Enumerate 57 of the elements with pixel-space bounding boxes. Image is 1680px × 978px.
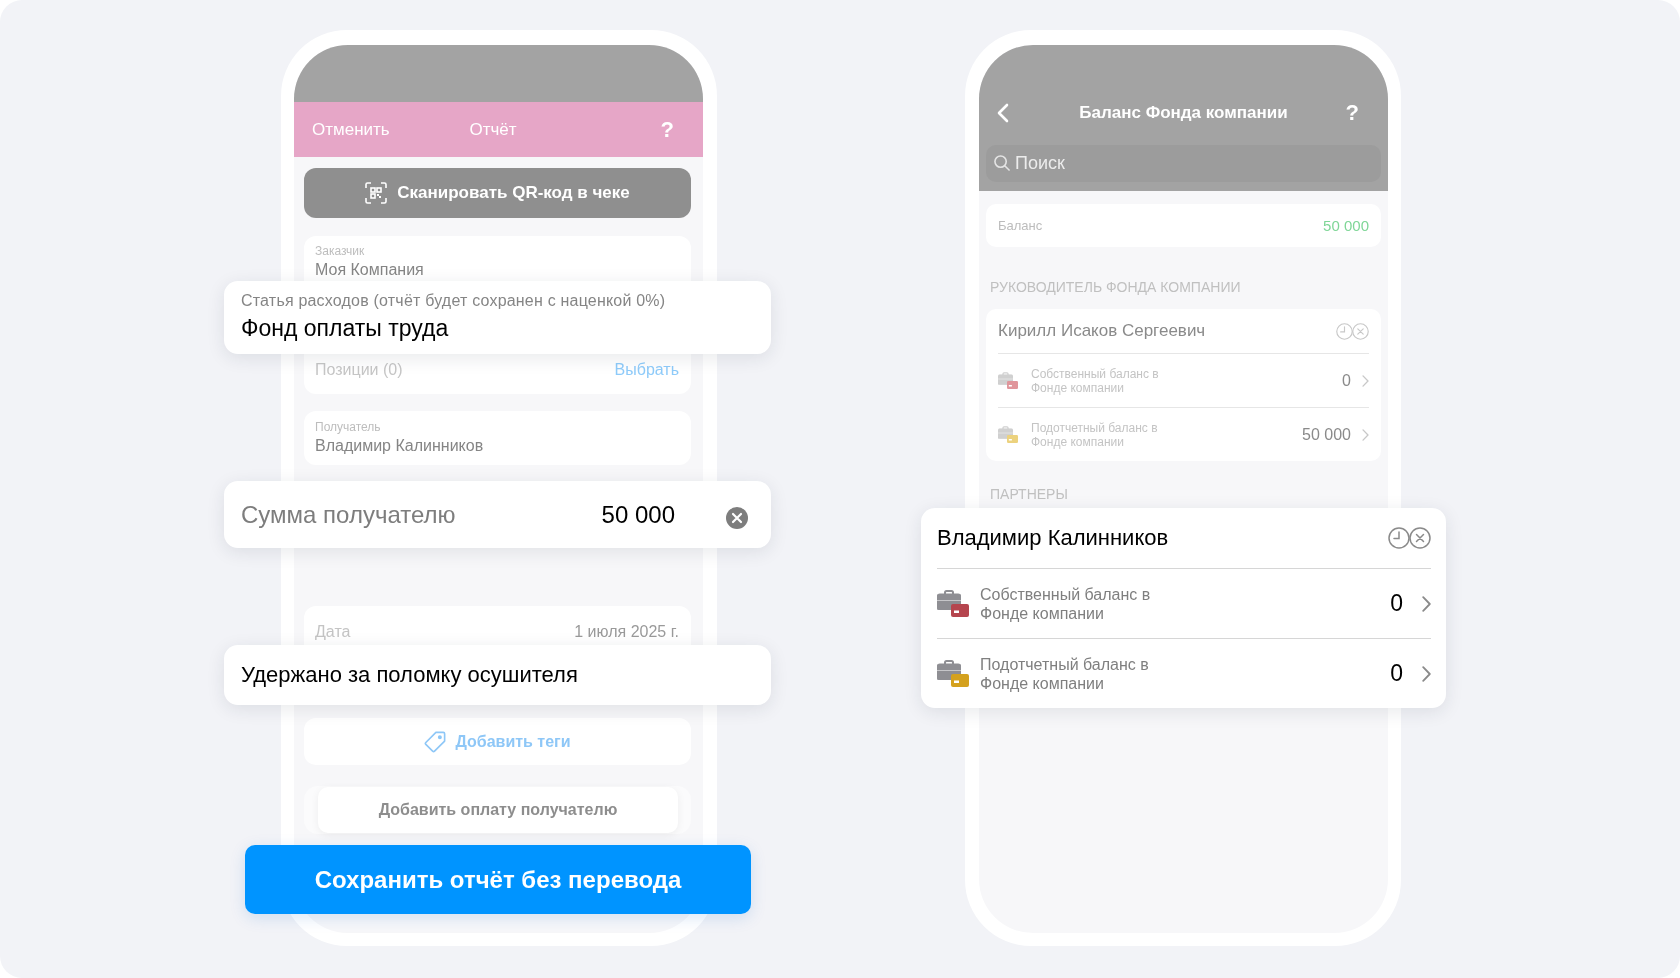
back-icon[interactable] — [997, 103, 1009, 123]
section-header: ПАРТНЕРЫ — [989, 485, 1069, 504]
field-value: Владимир Калинников — [315, 436, 485, 455]
chevron-right-icon — [1422, 595, 1431, 612]
balance-row[interactable]: Собственный баланс в Фонде компании 0 — [998, 353, 1369, 407]
balance-label: Собственный баланс в Фонде компании — [1031, 366, 1160, 395]
field-value: Фонд оплаты труда — [241, 315, 450, 342]
date-value: 1 июля 2025 г. — [574, 622, 679, 641]
field-label: Заказчик — [315, 244, 366, 258]
cancel-button[interactable]: Отменить — [312, 119, 390, 140]
person-name: Владимир Калинников — [937, 525, 1169, 551]
close-circle-icon[interactable] — [1409, 527, 1431, 549]
screen-title: Баланс Фонда компании — [1079, 103, 1288, 123]
balance-value: 0 — [1390, 590, 1403, 617]
briefcase-icon — [998, 426, 1013, 439]
chevron-right-icon — [1362, 428, 1369, 441]
amount-label: Сумма получателю — [241, 500, 457, 529]
chevron-right-icon — [1422, 665, 1431, 682]
balance-label: Баланс — [998, 218, 1043, 233]
expense-item-card[interactable]: Статья расходов (отчёт будет сохранен с наценкой 0%) Фонд оплаты труда — [224, 281, 771, 354]
help-button[interactable]: ? — [660, 116, 674, 143]
balance-amount: 50 000 — [1323, 217, 1369, 234]
field-label: Получатель — [315, 420, 382, 434]
save-report-button[interactable]: Сохранить отчёт без перевода — [245, 845, 751, 914]
balance-label: Подотчетный баланс в Фонде компании — [980, 654, 1150, 693]
add-tags-button[interactable]: Добавить теги — [304, 718, 691, 765]
balance-value: 50 000 — [1302, 425, 1351, 444]
positions-label: Позиции (0) — [315, 361, 403, 379]
person-name: Кирилл Исаков Сергеевич — [998, 321, 1206, 341]
date-label: Дата — [315, 622, 351, 641]
balance-value: 0 — [1342, 371, 1351, 390]
screen-title: Отчёт — [469, 119, 517, 140]
search-field[interactable]: Поиск — [986, 145, 1381, 182]
amount-value: 50 000 — [601, 500, 675, 529]
briefcase-icon — [937, 590, 961, 610]
comment-field[interactable]: Удержано за поломку осушителя — [224, 645, 771, 705]
field-label: Статья расходов (отчёт будет сохранен с наценкой 0%) — [241, 291, 667, 310]
section-header: РУКОВОДИТЕЛЬ ФОНДА КОМПАНИИ — [989, 278, 1242, 297]
clear-icon[interactable] — [726, 506, 748, 529]
balance-row[interactable]: Подотчетный баланс в Фонде компании 50 000 — [998, 407, 1369, 461]
help-button[interactable]: ? — [1345, 100, 1359, 126]
balance-value: 0 — [1390, 660, 1403, 687]
chevron-right-icon — [1362, 374, 1369, 387]
balance-row[interactable]: Подотчетный баланс в Фонде компании 0 — [937, 638, 1431, 708]
field-value: Моя Компания — [315, 260, 425, 279]
balance-label: Подотчетный баланс в Фонде компании — [1031, 420, 1159, 449]
scan-qr-button[interactable]: Сканировать QR-код в чеке — [304, 168, 691, 218]
select-link[interactable]: Выбрать — [614, 361, 679, 379]
qr-scan-icon — [365, 182, 388, 204]
clock-icon[interactable] — [1388, 527, 1410, 549]
add-payment-button[interactable]: Добавить оплату получателю — [318, 787, 678, 833]
briefcase-icon — [998, 372, 1013, 385]
tag-icon — [424, 730, 447, 753]
briefcase-icon — [937, 660, 961, 680]
balance-row[interactable]: Собственный баланс в Фонде компании 0 — [937, 568, 1431, 638]
search-icon — [994, 155, 1010, 171]
balance-label: Собственный баланс в Фонде компании — [980, 584, 1152, 623]
